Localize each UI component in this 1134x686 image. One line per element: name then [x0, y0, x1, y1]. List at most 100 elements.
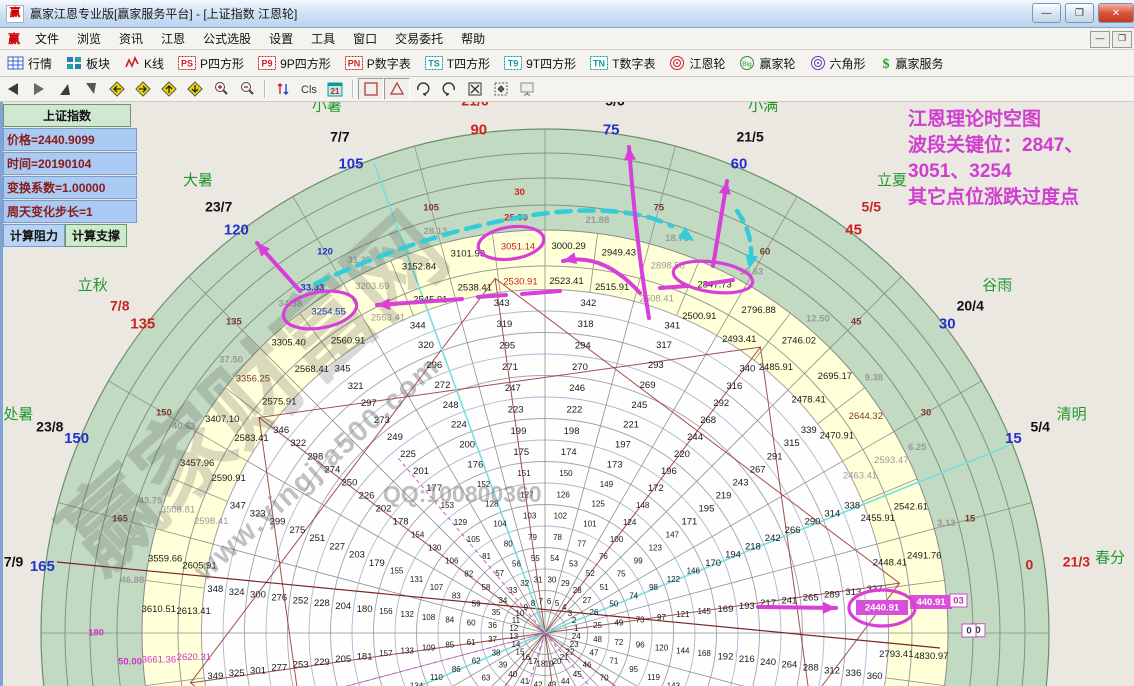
menu-item[interactable]: 工具 — [302, 27, 344, 50]
rotate-cw-tool-button[interactable] — [410, 78, 436, 100]
toolbar-button-赢家轮[interactable]: Big赢家轮 — [732, 55, 802, 72]
updown-tool-button[interactable] — [270, 78, 296, 100]
svg-text:132: 132 — [401, 610, 415, 619]
svg-text:45: 45 — [851, 316, 862, 327]
grid-icon — [7, 56, 24, 70]
menu-item[interactable]: 帮助 — [452, 27, 494, 50]
toolbar-button-9P四方形[interactable]: P99P四方形 — [251, 55, 338, 72]
menu-item[interactable]: 江恩 — [152, 27, 194, 50]
svg-text:291: 291 — [767, 451, 783, 462]
svg-text:134: 134 — [410, 681, 424, 686]
svg-text:3661.36: 3661.36 — [142, 655, 176, 666]
square-tool-button[interactable] — [358, 78, 384, 100]
svg-text:180: 180 — [88, 628, 104, 639]
board-icon — [519, 81, 535, 97]
gann-wheel-chart[interactable]: 1234567891011121314151617181920212223242… — [0, 102, 1134, 686]
svg-text:123: 123 — [649, 543, 663, 552]
nav-down-icon — [83, 82, 99, 96]
menu-item[interactable]: 窗口 — [344, 27, 386, 50]
toolbar-button-P数字表[interactable]: PNP数字表 — [338, 55, 418, 72]
svg-text:2746.02: 2746.02 — [782, 335, 816, 346]
svg-text:292: 292 — [713, 398, 729, 409]
svg-text:60: 60 — [467, 618, 476, 627]
title-bar: 赢 赢家江恩专业版[赢家服务平台] - [上证指数 江恩轮] — ❐ ✕ — [0, 0, 1134, 28]
toolbar-button-P四方形[interactable]: PSP四方形 — [171, 55, 251, 72]
svg-text:2793.41: 2793.41 — [879, 649, 913, 660]
toolbar-button-K线[interactable]: K线 — [117, 55, 171, 72]
svg-text:243: 243 — [733, 477, 749, 488]
svg-text:12.50: 12.50 — [806, 314, 830, 325]
diamond-left-tool-button[interactable] — [104, 78, 130, 100]
svg-text:清明: 清明 — [1057, 406, 1087, 423]
svg-text:108: 108 — [422, 613, 436, 622]
svg-text:0: 0 — [1025, 556, 1033, 572]
svg-text:28: 28 — [573, 586, 582, 595]
svg-text:小满: 小满 — [748, 102, 778, 114]
zoom-out-icon — [239, 81, 255, 97]
zoom-in-tool-button[interactable] — [208, 78, 234, 100]
toolbar-button-板块[interactable]: 板块 — [59, 55, 117, 72]
svg-text:33: 33 — [508, 586, 517, 595]
toolbar-button-赢家服务[interactable]: $赢家服务 — [873, 55, 951, 72]
close-button[interactable]: ✕ — [1098, 3, 1134, 23]
boxed-x-tool-button[interactable] — [462, 78, 488, 100]
svg-text:54: 54 — [550, 554, 559, 563]
svg-text:343: 343 — [494, 298, 510, 309]
panel-field: 时间=20190104 — [3, 152, 137, 175]
mdi-minimize-button[interactable]: — — [1090, 31, 1110, 48]
menu-item[interactable]: 交易委托 — [386, 27, 452, 50]
maximize-button[interactable]: ❐ — [1065, 3, 1094, 23]
svg-text:225: 225 — [400, 449, 416, 460]
zoom-out-tool-button[interactable] — [234, 78, 260, 100]
rotate-ccw-tool-button[interactable] — [436, 78, 462, 100]
toolbar-button-T数字表[interactable]: TNT数字表 — [583, 55, 662, 72]
svg-text:219: 219 — [716, 491, 732, 502]
svg-text:58: 58 — [481, 583, 490, 592]
triangle-tool-button[interactable] — [384, 78, 410, 100]
svg-text:222: 222 — [566, 404, 582, 415]
diamond-down-tool-button[interactable] — [182, 78, 208, 100]
nav-right-tool-button[interactable] — [26, 78, 52, 100]
svg-text:290: 290 — [805, 517, 821, 528]
calendar-tool-button[interactable]: 21 — [322, 78, 348, 100]
window-title: 赢家江恩专业版[赢家服务平台] - [上证指数 江恩轮] — [30, 5, 297, 22]
mdi-restore-button[interactable]: ❐ — [1112, 31, 1132, 48]
svg-text:104: 104 — [493, 520, 507, 529]
toolbar-button-T四方形[interactable]: TST四方形 — [418, 55, 497, 72]
svg-text:2949.43: 2949.43 — [602, 248, 636, 259]
svg-text:119: 119 — [647, 673, 660, 682]
minimize-button[interactable]: — — [1032, 3, 1061, 23]
svg-text:301: 301 — [250, 665, 266, 676]
toolbar-button-9T四方形[interactable]: T99T四方形 — [497, 55, 583, 72]
menu-item[interactable]: 公式选股 — [194, 27, 260, 50]
diamond-right-tool-button[interactable] — [130, 78, 156, 100]
nav-left-tool-button[interactable] — [0, 78, 26, 100]
svg-text:196: 196 — [661, 466, 677, 477]
panel-button-计算支撑[interactable]: 计算支撑 — [65, 224, 127, 247]
toolbar-button-六角形[interactable]: 六角形 — [803, 55, 873, 72]
toolbar-button-江恩轮[interactable]: 江恩轮 — [662, 55, 732, 72]
menu-item[interactable]: 设置 — [260, 27, 302, 50]
svg-text:180: 180 — [357, 604, 373, 615]
svg-text:41: 41 — [520, 677, 529, 686]
board-tool-button[interactable] — [514, 78, 540, 100]
cls-tool-button[interactable]: Cls — [296, 78, 322, 100]
menu-item[interactable]: 资讯 — [110, 27, 152, 50]
svg-text:165: 165 — [30, 558, 55, 575]
diamond-up-tool-button[interactable] — [156, 78, 182, 100]
svg-text:267: 267 — [750, 464, 766, 475]
svg-text:85: 85 — [445, 641, 454, 650]
scale-tool-button[interactable] — [488, 78, 514, 100]
toolbar-button-行情[interactable]: 行情 — [0, 55, 59, 72]
svg-text:195: 195 — [699, 504, 715, 515]
menu-item[interactable]: 文件 — [26, 27, 68, 50]
panel-button-计算阻力[interactable]: 计算阻力 — [3, 224, 65, 247]
svg-text:75: 75 — [603, 121, 620, 138]
nav-up-tool-button[interactable] — [52, 78, 78, 100]
gann-note-line: 3051、3254 — [908, 159, 1134, 185]
menu-item[interactable]: 浏览 — [68, 27, 110, 50]
svg-text:2613.41: 2613.41 — [176, 606, 210, 617]
svg-text:23: 23 — [570, 640, 579, 649]
nav-down-tool-button[interactable] — [78, 78, 104, 100]
svg-text:155: 155 — [390, 567, 404, 576]
